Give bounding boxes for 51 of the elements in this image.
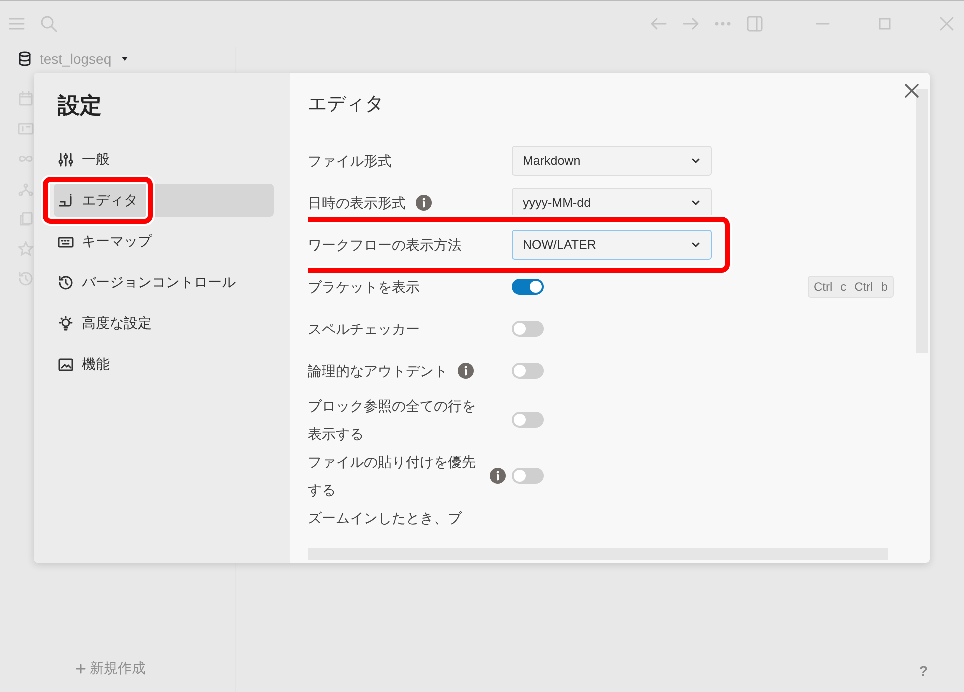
toggle-switch[interactable]: [512, 363, 544, 379]
setting-label: ブロック参照の全ての行を表示する: [308, 397, 477, 444]
close-icon[interactable]: [938, 15, 956, 33]
sidebar-toggle-icon[interactable]: [746, 15, 764, 33]
setting-label: ワークフローの表示方法: [308, 236, 462, 255]
scrollbar[interactable]: [916, 89, 928, 353]
key-label: c: [840, 279, 847, 296]
history-icon[interactable]: [18, 271, 34, 287]
dropdown[interactable]: NOW/LATER: [512, 230, 712, 260]
setting-label: ファイルの貼り付けを優先する: [308, 453, 477, 500]
key-label: b: [881, 279, 888, 296]
plus-icon: [76, 664, 86, 674]
sliders-icon: [58, 152, 74, 168]
chevron-down-icon: [691, 198, 701, 208]
settings-menu-item[interactable]: キーマップ: [54, 225, 274, 258]
setting-label: ブラケットを表示: [308, 278, 420, 297]
pen-icon: [58, 192, 74, 209]
settings-menu-item[interactable]: 高度な設定: [54, 307, 274, 340]
search-icon[interactable]: [40, 15, 58, 33]
settings-menu-item[interactable]: バージョンコントロール: [54, 266, 274, 300]
setting-label: ズームインしたとき、ブ: [308, 509, 462, 528]
graph-icon[interactable]: [18, 181, 34, 197]
key-label: Ctrl: [814, 279, 833, 296]
key-label: Ctrl: [854, 279, 874, 296]
setting-label: 日時の表示形式: [308, 194, 406, 213]
dropdown[interactable]: Markdown: [512, 146, 712, 176]
settings-menu-item[interactable]: エディタ: [54, 184, 274, 218]
dropdown[interactable]: yyyy-MM-dd: [512, 188, 712, 218]
settings-menu-item[interactable]: 一般: [54, 143, 274, 176]
setting-label: スペルチェッカー: [308, 320, 420, 339]
bulb-icon: [58, 316, 74, 332]
card-icon[interactable]: [18, 121, 34, 137]
image-icon: [58, 356, 74, 373]
close-button[interactable]: [904, 83, 920, 99]
toggle-switch[interactable]: [512, 279, 544, 295]
setting-label: 論理的なアウトデント: [308, 362, 448, 381]
chevron-down-icon: [691, 240, 701, 250]
calendar-icon[interactable]: [18, 91, 34, 107]
star-icon[interactable]: [18, 241, 34, 257]
toggle-switch[interactable]: [512, 468, 544, 484]
chevron-down-icon: [691, 156, 701, 166]
toggle-switch[interactable]: [512, 412, 544, 428]
section-title: エディタ: [308, 93, 385, 116]
settings-title: 設定: [58, 93, 103, 120]
history-icon: [58, 274, 74, 291]
pages-icon[interactable]: [18, 211, 34, 227]
close-icon: [904, 83, 920, 99]
setting-label: ファイル形式: [308, 152, 392, 171]
toggle-switch[interactable]: [512, 321, 544, 337]
settings-menu-item[interactable]: 機能: [54, 348, 274, 382]
database-icon: [18, 51, 32, 67]
